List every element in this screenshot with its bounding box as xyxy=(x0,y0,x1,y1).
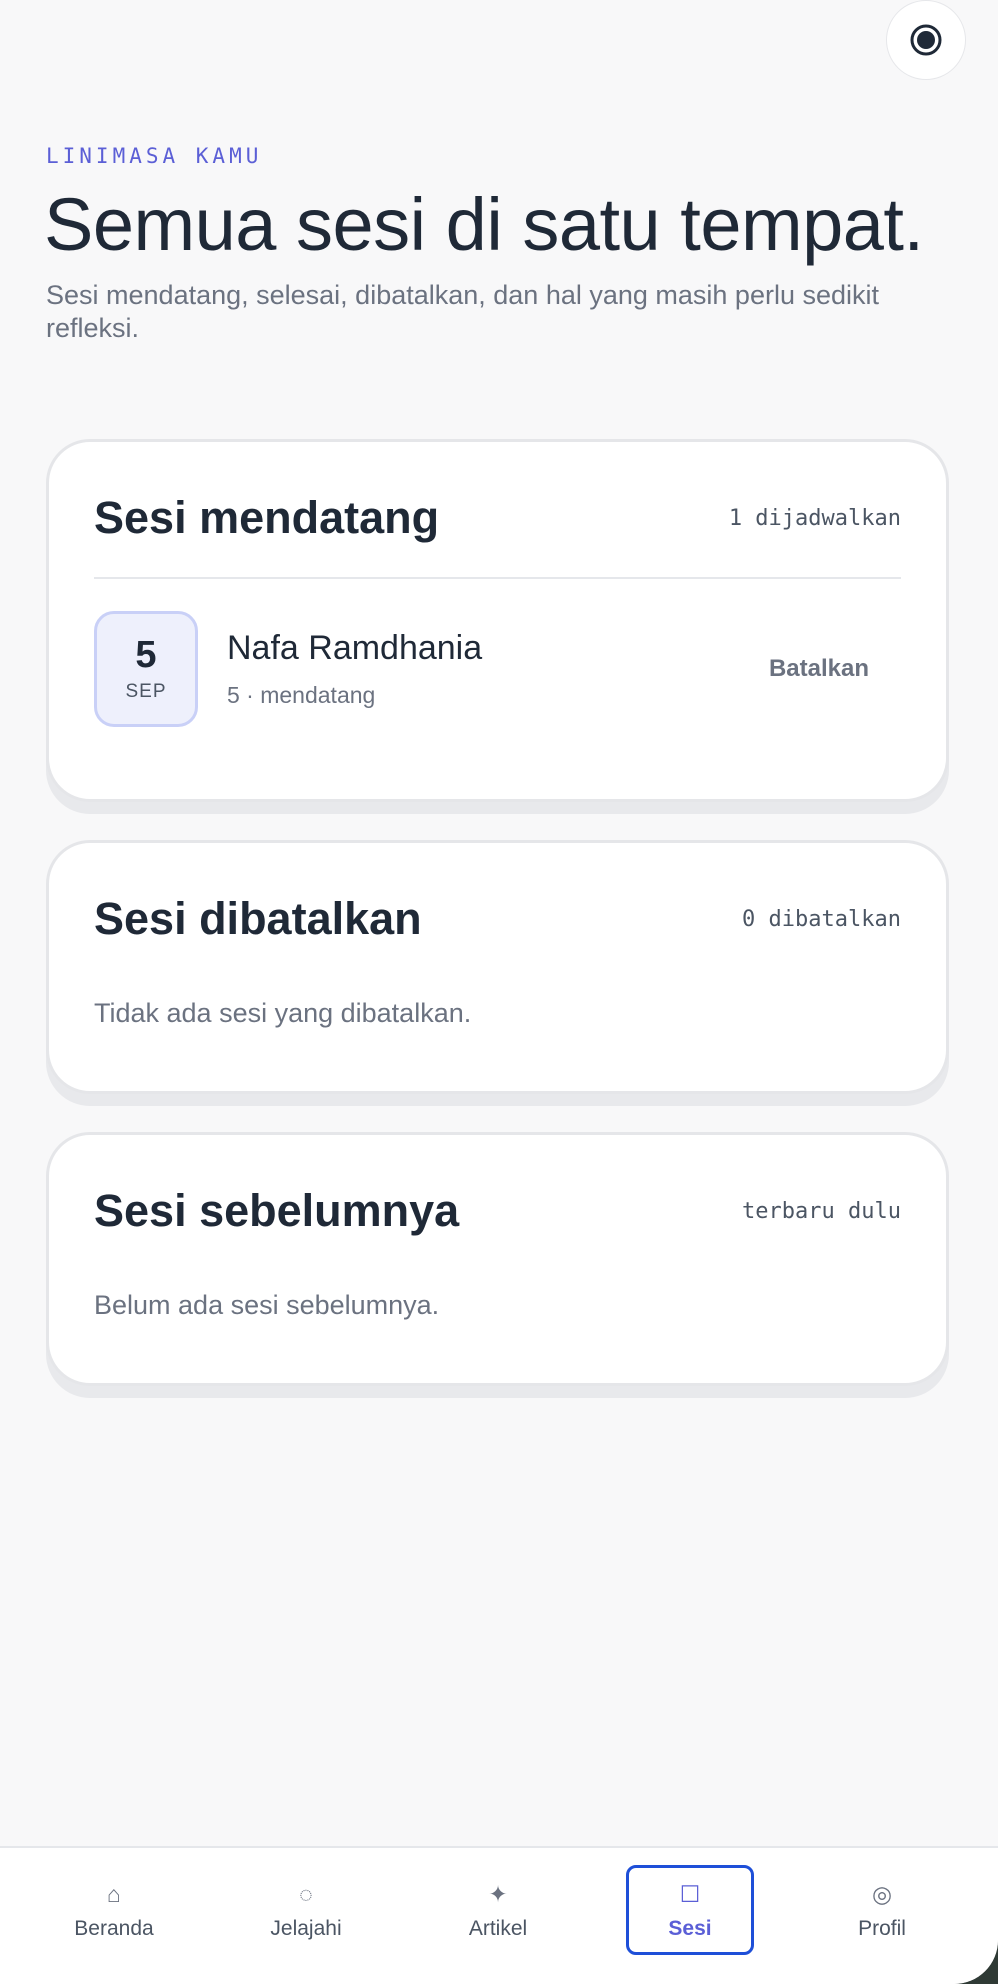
previous-sessions-card: Sesi sebelumnya terbaru dulu Belum ada s… xyxy=(46,1132,949,1386)
session-counselor-name: Nafa Ramdhania xyxy=(227,629,483,667)
card-sort-order: terbaru dulu xyxy=(742,1198,901,1224)
session-date-tile: 5 SEP xyxy=(94,611,198,727)
session-month: SEP xyxy=(125,681,167,702)
home-icon: ⌂ xyxy=(107,1880,121,1907)
empty-state-text: Belum ada sesi sebelumnya. xyxy=(94,1290,440,1320)
session-info: Nafa Ramdhania 5 · mendatang xyxy=(227,629,737,709)
session-day: 5 xyxy=(135,634,157,676)
nav-label: Sesi xyxy=(668,1916,712,1940)
card-header: Sesi dibatalkan 0 dibatalkan xyxy=(94,893,901,945)
card-title: Sesi sebelumnya xyxy=(94,1185,460,1236)
nav-item-profil[interactable]: ◎ Profil xyxy=(818,1865,946,1955)
record-icon xyxy=(910,24,942,56)
bottom-nav: ⌂ Beranda ◌ Jelajahi ✦ Artikel ☐ Sesi ◎ … xyxy=(0,1846,998,1984)
card-title: Sesi dibatalkan xyxy=(94,893,422,944)
nav-item-jelajahi[interactable]: ◌ Jelajahi xyxy=(242,1865,370,1955)
nav-label: Profil xyxy=(858,1916,906,1940)
nav-label: Artikel xyxy=(468,1916,528,1940)
sparkle-icon: ✦ xyxy=(488,1880,508,1907)
nav-label: Jelajahi xyxy=(270,1916,342,1940)
card-header: Sesi sebelumnya terbaru dulu xyxy=(94,1185,901,1237)
nav-label: Beranda xyxy=(74,1916,154,1940)
card-title: Sesi mendatang xyxy=(94,492,440,543)
square-icon: ☐ xyxy=(679,1880,701,1907)
explore-icon: ◌ xyxy=(299,1880,313,1907)
card-header: Sesi mendatang 1 dijadwalkan xyxy=(94,492,901,544)
profile-icon: ◎ xyxy=(871,1880,893,1907)
session-status: 5 · mendatang xyxy=(227,682,376,708)
empty-state-text: Tidak ada sesi yang dibatalkan. xyxy=(94,998,472,1028)
page-eyebrow: LINIMASA KAMU xyxy=(46,144,263,168)
nav-item-artikel[interactable]: ✦ Artikel xyxy=(434,1865,562,1955)
upcoming-sessions-card: Sesi mendatang 1 dijadwalkan 5 SEP Nafa … xyxy=(46,439,949,802)
card-count: 0 dibatalkan xyxy=(742,906,901,932)
cancel-session-button[interactable]: Batalkan xyxy=(737,645,901,693)
app-screen: LINIMASA KAMU Semua sesi di satu tempat.… xyxy=(0,0,998,1984)
session-item[interactable]: 5 SEP Nafa Ramdhania 5 · mendatang Batal… xyxy=(94,611,901,727)
page-title: Semua sesi di satu tempat. xyxy=(44,183,924,266)
page-subtitle: Sesi mendatang, selesai, dibatalkan, dan… xyxy=(46,280,880,343)
record-button[interactable] xyxy=(886,0,966,80)
nav-item-sesi[interactable]: ☐ Sesi xyxy=(626,1865,754,1955)
nav-item-beranda[interactable]: ⌂ Beranda xyxy=(50,1865,178,1955)
card-divider xyxy=(94,577,901,579)
cancelled-sessions-card: Sesi dibatalkan 0 dibatalkan Tidak ada s… xyxy=(46,840,949,1094)
card-count: 1 dijadwalkan xyxy=(728,505,901,531)
